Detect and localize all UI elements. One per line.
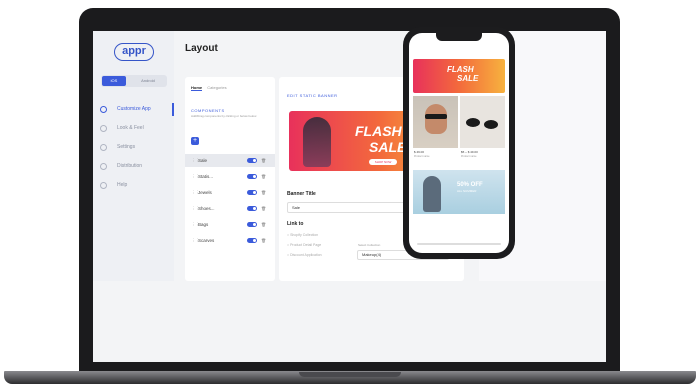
page-title: Layout [185,43,218,54]
add-component-button[interactable]: + [191,137,199,145]
component-row[interactable]: ⋮⋮ Sale 🗑 [185,154,275,167]
editor-heading: EDIT STATIC BANNER [287,93,338,98]
component-name: Shoes... [198,206,215,211]
components-panel: Home Categories COMPONENTS Add/Drag comp… [185,77,275,281]
visibility-toggle[interactable] [247,206,257,211]
banner-cta: SHOP NOW [369,159,397,165]
palette-icon [100,125,107,132]
preview-banner-line2: SALE [457,74,479,83]
sidebar-item-label: Help [117,182,128,188]
radio-product-detail-page[interactable]: Product Detail Page [287,243,321,247]
radio-discount-application[interactable]: Discount Application [287,253,322,257]
laptop-base-notch [299,372,401,377]
lens-left [466,118,480,127]
promo-line2: ALL SUMMER [457,189,477,193]
promo-text: 50% OFF ALL SUMMER [457,182,483,194]
model-figure [423,176,441,212]
tab-home[interactable]: Home [191,85,203,91]
trash-icon[interactable]: 🗑 [261,234,266,247]
banner-title-label: Banner Title [287,191,316,197]
sidebar-item-label: Customize App [117,106,151,112]
visibility-toggle[interactable] [247,238,257,243]
select-collection-label: Select Collection [358,243,381,247]
visibility-toggle[interactable] [247,174,257,179]
trash-icon[interactable]: 🗑 [261,202,266,215]
radio-shopify-collection[interactable]: Shopify Collection [287,233,318,237]
visibility-toggle[interactable] [247,158,257,163]
phone-notch [436,33,482,41]
panel-tabs: Home Categories [191,85,231,91]
sidebar-item-customize-app[interactable]: Customize App [93,103,174,116]
component-name: Sale [198,158,208,163]
component-row[interactable]: ⋮⋮ Statis... 🗑 [185,170,275,183]
banner-text-line1: FLASH [355,123,402,139]
trash-icon[interactable]: 🗑 [261,186,266,199]
upload-icon [100,163,107,170]
sidebar-item-look-and-feel[interactable]: Look & Feel [93,122,174,135]
link-to-label: Link to [287,221,304,227]
sidebar-item-label: Look & Feel [117,125,144,131]
os-toggle-android[interactable]: Android [131,76,165,86]
component-row[interactable]: ⋮⋮ Scarves 🗑 [185,234,275,247]
preview-banner-line1: FLASH [447,65,474,74]
trash-icon[interactable]: 🗑 [261,218,266,231]
component-name: Scarves [198,238,215,243]
visibility-toggle[interactable] [247,222,257,227]
sidebar-item-label: Settings [117,144,136,150]
components-description: Add/Drag components by clicking or below… [191,114,257,118]
promo-banner: 50% OFF ALL SUMMER [413,170,505,214]
brush-icon [100,106,107,113]
help-icon [100,182,107,189]
trash-icon[interactable]: 🗑 [261,170,266,183]
os-toggle-ios[interactable]: iOS [102,76,126,86]
promo-line1: 50% OFF [457,182,483,188]
product-image [413,96,458,148]
laptop-mockup: appr iOS Android Customize App Look & Fe… [0,0,700,387]
home-indicator [417,243,501,245]
component-name: Bags [198,222,209,227]
app-logo[interactable]: appr [114,43,154,61]
component-row[interactable]: ⋮⋮ Bags 🗑 [185,218,275,231]
lens-right [484,120,498,129]
product-price: $5 ~ $ 49.00 [461,150,478,154]
sunglasses-icon [425,114,447,119]
trash-icon[interactable]: 🗑 [261,154,266,167]
component-row[interactable]: ⋮⋮ Shoes... 🗑 [185,202,275,215]
sidebar-item-label: Distribution [117,163,143,169]
sidebar-item-settings[interactable]: Settings [93,141,174,154]
component-row[interactable]: ⋮⋮ Jewels 🗑 [185,186,275,199]
app-screen: appr iOS Android Customize App Look & Fe… [93,31,606,362]
visibility-toggle[interactable] [247,190,257,195]
components-heading: COMPONENTS [191,108,225,113]
gear-icon [100,144,107,151]
product-name: Product name [414,155,430,158]
banner-text-line2: SALE [369,139,407,155]
os-toggle[interactable]: iOS Android [101,75,167,87]
sidebar: appr iOS Android Customize App Look & Fe… [93,31,174,281]
phone-preview-screen: FLASH SALE $ 49.00 Product name $5 ~ $ 4… [409,33,509,253]
model-face [425,104,447,134]
model-figure [303,117,331,167]
preview-banner: FLASH SALE [413,59,505,93]
product-image [460,96,505,148]
product-name: Product name [461,155,477,158]
component-name: Jewels [198,190,212,195]
component-name: Statis... [198,174,214,179]
tab-categories[interactable]: Categories [207,85,226,90]
sidebar-item-distribution[interactable]: Distribution [93,160,174,173]
product-price: $ 49.00 [414,150,425,154]
sidebar-item-help[interactable]: Help [93,179,174,192]
